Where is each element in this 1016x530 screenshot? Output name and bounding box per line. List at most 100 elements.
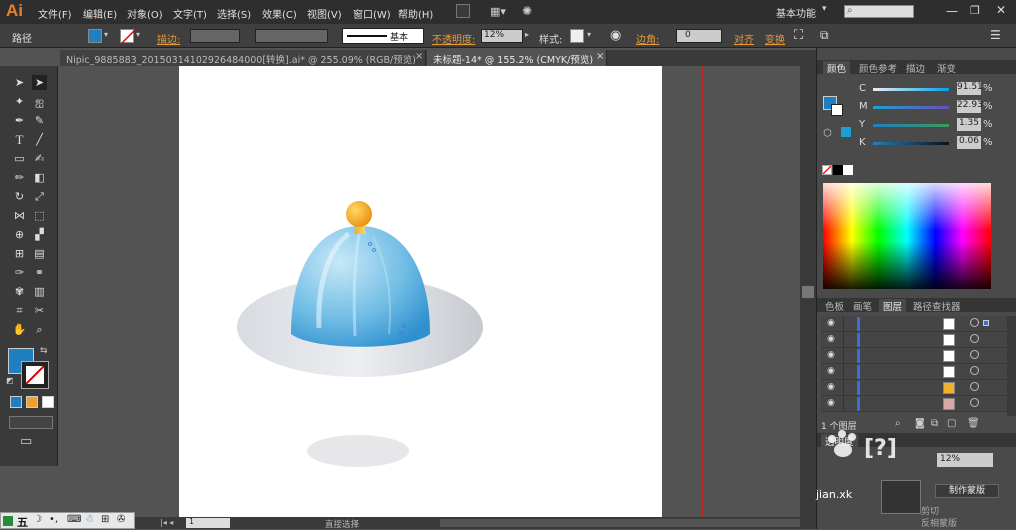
line-tool-icon[interactable]: ╱ (32, 132, 47, 147)
mesh-tool-icon[interactable]: ⊞ (12, 246, 27, 261)
eyedropper-tool-icon[interactable]: ✑ (12, 265, 27, 280)
graphic-style-swatch[interactable] (570, 29, 584, 43)
width-tool-icon[interactable]: ⋈ (12, 208, 27, 223)
artboard-tool-icon[interactable]: ⌗ (12, 303, 27, 318)
slice-tool-icon[interactable]: ✂ (32, 303, 47, 318)
stroke-swatch[interactable] (120, 29, 136, 45)
layer-row[interactable]: ◉ (821, 396, 1007, 412)
chevron-down-icon[interactable]: ▾ (587, 30, 591, 39)
gradient-tool-icon[interactable]: ▤ (32, 246, 47, 261)
antenna-ball[interactable] (346, 201, 372, 227)
magenta-value[interactable]: 22.93 (957, 100, 983, 113)
shape-builder-tool-icon[interactable]: ⊕ (12, 227, 27, 242)
visibility-eye-icon[interactable]: ◉ (827, 398, 835, 408)
layer-thumbnail[interactable] (943, 366, 955, 378)
rectangle-tool-icon[interactable]: ▭ (12, 151, 27, 166)
direct-selection-tool-icon[interactable]: ➤ (32, 75, 47, 90)
menu-view[interactable]: 视图(V) (307, 6, 342, 21)
panel-menu-icon[interactable]: ☰ (990, 28, 1001, 42)
invert-mask-checkbox-label[interactable]: 反相蒙版 (921, 516, 957, 529)
delete-layer-icon[interactable]: 🗑 (967, 418, 980, 429)
locate-object-icon[interactable]: ⌕ (895, 418, 901, 429)
vertical-scrollbar[interactable] (800, 50, 816, 520)
tab-color-guide[interactable]: 颜色参考 (855, 61, 901, 75)
menu-object[interactable]: 对象(O) (127, 6, 163, 21)
free-transform-tool-icon[interactable]: ⬚ (32, 208, 47, 223)
sync-icon[interactable]: ✺ (522, 4, 532, 18)
rotate-tool-icon[interactable]: ↻ (12, 189, 27, 204)
perspective-grid-tool-icon[interactable]: ▞ (32, 227, 47, 242)
layer-row[interactable]: ◉ (821, 332, 1007, 348)
search-input[interactable]: ⌕ (844, 5, 914, 18)
gamut-swatch[interactable] (841, 127, 851, 137)
moon-icon[interactable]: ☽ (33, 514, 42, 525)
layer-thumbnail[interactable] (943, 382, 955, 394)
visibility-eye-icon[interactable]: ◉ (827, 318, 835, 328)
column-graph-tool-icon[interactable]: ▥ (32, 284, 47, 299)
transform-link[interactable]: 变换 (765, 31, 785, 46)
new-layer-icon[interactable]: ▢ (947, 418, 956, 429)
target-circle-icon[interactable] (970, 318, 979, 327)
grid-icon[interactable]: ⊞ (101, 514, 109, 525)
chevron-down-icon[interactable]: ▾ (822, 4, 827, 14)
new-sublayer-icon[interactable]: ⧉ (931, 418, 938, 429)
tab-color[interactable]: 颜色 (823, 61, 851, 75)
chevron-right-icon[interactable]: ▸ (525, 30, 529, 39)
menu-effect[interactable]: 效果(C) (262, 6, 297, 21)
tab-document-2[interactable]: 未标题-14* @ 155.2% (CMYK/预览) (427, 50, 607, 66)
cyan-slider-row[interactable]: C 91.51 % (857, 81, 1016, 99)
lock-column[interactable] (843, 316, 844, 332)
tab-transparency[interactable]: 透明度 (821, 434, 858, 448)
lasso-tool-icon[interactable]: ஐ (32, 94, 47, 109)
pen-tool-icon[interactable]: ✒ (12, 113, 27, 128)
layer-row[interactable]: ◉ (821, 364, 1007, 380)
paintbrush-tool-icon[interactable]: ✍ (32, 151, 47, 166)
cyan-value[interactable]: 91.51 (957, 82, 983, 95)
transparency-opacity-field[interactable]: 12% (937, 453, 993, 467)
minimize-icon[interactable]: — (946, 4, 958, 18)
target-circle-icon[interactable] (970, 350, 979, 359)
selection-indicator[interactable] (983, 320, 989, 326)
stroke-weight-field[interactable] (190, 29, 240, 43)
menu-select[interactable]: 选择(S) (217, 6, 251, 21)
fill-swatch[interactable] (88, 29, 102, 43)
opacity-field[interactable]: 12% (481, 29, 523, 43)
punctuation-icon[interactable]: •, (49, 514, 58, 525)
variable-width-profile[interactable] (255, 29, 328, 43)
stroke-label[interactable]: 描边: (157, 31, 180, 46)
magenta-slider[interactable] (873, 106, 949, 109)
magic-wand-tool-icon[interactable]: ✦ (12, 94, 27, 109)
scroll-thumb[interactable] (802, 286, 814, 298)
layer-row[interactable]: ◉ (821, 380, 1007, 396)
target-circle-icon[interactable] (970, 382, 979, 391)
visibility-eye-icon[interactable]: ◉ (827, 350, 835, 360)
visibility-eye-icon[interactable]: ◉ (827, 334, 835, 344)
pencil-tool-icon[interactable]: ✏ (12, 170, 27, 185)
make-mask-button[interactable]: 制作蒙版 (935, 484, 999, 498)
menu-window[interactable]: 窗口(W) (353, 6, 391, 21)
tab-swatches[interactable]: 色板 (821, 299, 848, 313)
yellow-value[interactable]: 1.35 (957, 118, 981, 131)
magenta-slider-row[interactable]: M 22.93 % (857, 99, 1016, 117)
ime-logo-icon[interactable] (3, 516, 13, 526)
tab-gradient[interactable]: 渐变 (933, 61, 960, 75)
out-of-gamut-icon[interactable]: ⬡ (823, 128, 832, 139)
menu-edit[interactable]: 编辑(E) (83, 6, 117, 21)
cyan-slider[interactable] (873, 88, 949, 91)
black-value[interactable]: 0.06 (957, 136, 981, 149)
none-color-swatch[interactable] (822, 165, 832, 175)
drawing-modes-icon[interactable] (9, 416, 53, 429)
close-tab-icon[interactable]: × (596, 51, 604, 62)
lock-column[interactable] (843, 364, 844, 380)
close-icon[interactable]: ✕ (996, 3, 1006, 17)
layer-row[interactable]: ◉ (821, 316, 1007, 332)
lock-column[interactable] (843, 396, 844, 412)
lock-column[interactable] (843, 332, 844, 348)
visibility-eye-icon[interactable]: ◉ (827, 366, 835, 376)
menu-help[interactable]: 帮助(H) (398, 6, 433, 21)
artboard[interactable] (179, 66, 662, 519)
curvature-tool-icon[interactable]: ✎ (32, 113, 47, 128)
lock-column[interactable] (843, 348, 844, 364)
default-colors-icon[interactable]: ◩ (6, 376, 14, 385)
blend-tool-icon[interactable]: ⚭ (32, 265, 47, 280)
